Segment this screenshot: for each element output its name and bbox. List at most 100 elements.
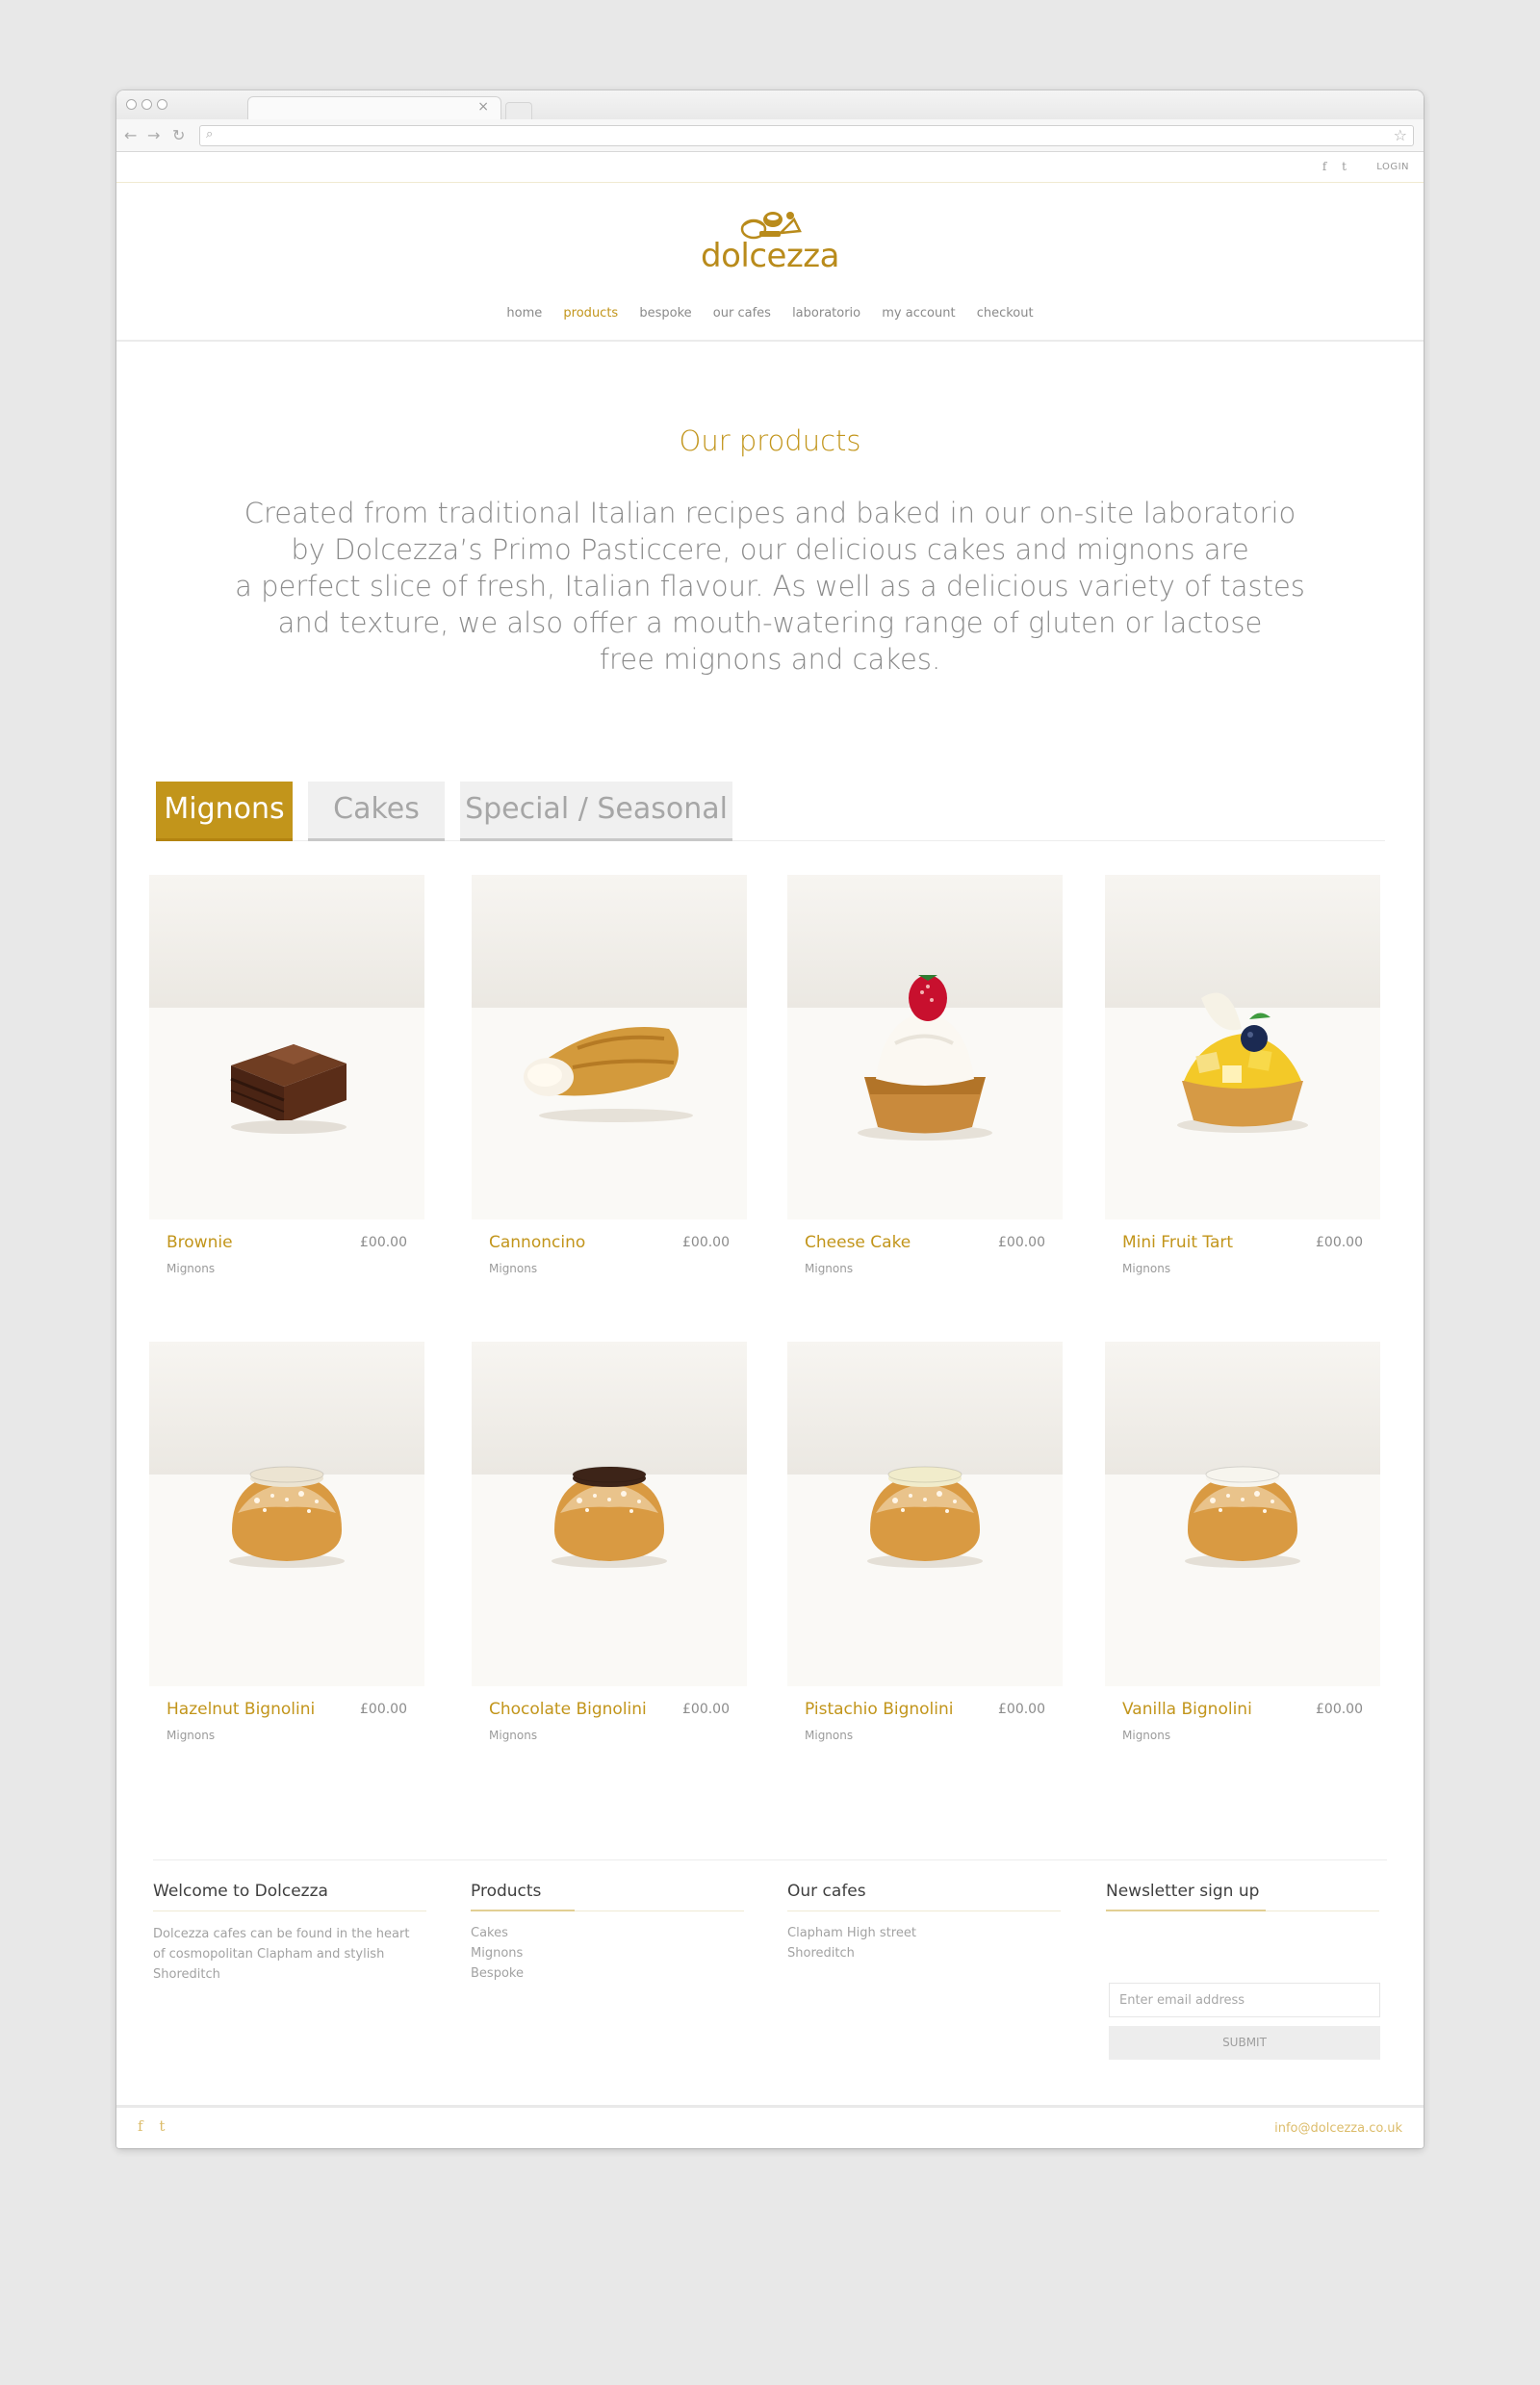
utility-bar: f t LOGIN	[116, 152, 1424, 183]
facebook-icon[interactable]: f	[1322, 160, 1326, 173]
product-card[interactable]: Hazelnut Bignolini £00.00 Mignons	[149, 1342, 424, 1742]
new-tab-button[interactable]	[505, 102, 532, 119]
intro-line: by Dolcezza’s Primo Pasticcere, our deli…	[291, 533, 1249, 566]
cheesecake-image	[858, 975, 992, 1141]
login-link[interactable]: LOGIN	[1376, 162, 1409, 172]
footer-newsletter-title: Newsletter sign up	[1106, 1882, 1379, 1911]
tab-close-icon[interactable]: ×	[477, 99, 489, 115]
browser-tab[interactable]: ×	[247, 96, 501, 119]
tab-special-seasonal[interactable]: Special / Seasonal	[460, 782, 732, 841]
product-name[interactable]: Pistachio Bignolini	[805, 1700, 954, 1719]
product-category: Mignons	[805, 1262, 854, 1275]
product-image[interactable]	[472, 1342, 747, 1686]
product-name[interactable]: Cheese Cake	[805, 1233, 911, 1252]
contact-email-link[interactable]: info@dolcezza.co.uk	[1274, 2121, 1402, 2136]
bottom-bar: f t info@dolcezza.co.uk	[116, 2105, 1424, 2148]
product-category: Mignons	[1122, 1729, 1171, 1742]
forward-icon[interactable]: →	[147, 126, 160, 144]
footer-link-mignons[interactable]: Mignons	[471, 1943, 744, 1963]
product-price: £00.00	[682, 1235, 730, 1250]
social-links: f t	[1311, 160, 1347, 173]
nav-products[interactable]: products	[563, 306, 618, 321]
newsletter-submit-button[interactable]: SUBMIT	[1109, 2026, 1380, 2060]
footer-welcome-title-text: Welcome to Dolcezza	[153, 1882, 328, 1901]
address-bar[interactable]: ⌕ ☆	[199, 125, 1414, 146]
product-category-tabs: Mignons Cakes Special / Seasonal	[156, 782, 1385, 841]
footer-link-shoreditch[interactable]: Shoreditch	[787, 1943, 1061, 1963]
close-window-icon[interactable]	[126, 99, 137, 110]
product-name[interactable]: Mini Fruit Tart	[1122, 1233, 1233, 1252]
product-image[interactable]	[787, 875, 1063, 1219]
nav-divider	[116, 340, 1424, 342]
main-navigation: home products bespoke our cafes laborato…	[116, 306, 1424, 321]
product-name[interactable]: Hazelnut Bignolini	[167, 1700, 315, 1719]
product-category: Mignons	[167, 1729, 216, 1742]
product-category: Mignons	[1122, 1262, 1171, 1275]
product-card[interactable]: Cannoncino £00.00 Mignons	[472, 875, 747, 1275]
product-price: £00.00	[682, 1702, 730, 1717]
nav-checkout[interactable]: checkout	[977, 306, 1034, 321]
bookmark-star-icon[interactable]: ☆	[1394, 126, 1407, 144]
nav-bespoke[interactable]: bespoke	[639, 306, 691, 321]
product-image[interactable]	[787, 1342, 1063, 1686]
bignolini-image	[867, 1466, 983, 1568]
footer-welcome-line: of cosmopolitan Clapham and stylish	[153, 1947, 385, 1962]
twitter-icon[interactable]: t	[159, 2117, 165, 2135]
facebook-icon[interactable]: f	[138, 2117, 143, 2135]
product-name[interactable]: Chocolate Bignolini	[489, 1700, 647, 1719]
product-category: Mignons	[489, 1262, 538, 1275]
product-price: £00.00	[998, 1235, 1045, 1250]
newsletter-email-input[interactable]: Enter email address	[1109, 1983, 1380, 2017]
twitter-icon[interactable]: t	[1342, 160, 1347, 173]
reload-icon[interactable]: ↻	[172, 126, 185, 144]
footer-welcome: Welcome to Dolcezza Dolcezza cafes can b…	[153, 1882, 426, 1985]
product-name[interactable]: Brownie	[167, 1233, 233, 1252]
back-icon[interactable]: ←	[124, 126, 137, 144]
browser-titlebar: ×	[116, 90, 1424, 119]
footer-link-clapham[interactable]: Clapham High street	[787, 1923, 1061, 1943]
product-card[interactable]: Cheese Cake £00.00 Mignons	[787, 875, 1063, 1275]
footer-link-cakes[interactable]: Cakes	[471, 1923, 744, 1943]
site-logo[interactable]: dolcezza	[116, 206, 1424, 275]
product-price: £00.00	[360, 1702, 407, 1717]
product-card[interactable]: Chocolate Bignolini £00.00 Mignons	[472, 1342, 747, 1742]
browser-window: × ← → ↻ ⌕ ☆ f t LOGIN dolcezza home prod…	[116, 90, 1424, 2148]
footer-products-title: Products	[471, 1882, 744, 1911]
footer-newsletter-title-text: Newsletter sign up	[1106, 1882, 1260, 1901]
nav-laboratorio[interactable]: laboratorio	[792, 306, 860, 321]
logo-text: dolcezza	[701, 237, 839, 275]
product-price: £00.00	[360, 1235, 407, 1250]
maximize-window-icon[interactable]	[157, 99, 167, 110]
product-image[interactable]	[149, 1342, 424, 1686]
product-name[interactable]: Vanilla Bignolini	[1122, 1700, 1252, 1719]
intro-line: a perfect slice of fresh, Italian flavou…	[235, 570, 1305, 603]
minimize-window-icon[interactable]	[141, 99, 152, 110]
cannoncino-image	[524, 1027, 693, 1122]
product-image[interactable]	[472, 875, 747, 1219]
product-card[interactable]: Vanilla Bignolini £00.00 Mignons	[1105, 1342, 1380, 1742]
title-underline	[471, 1910, 575, 1911]
title-underline	[1106, 1910, 1266, 1911]
nav-home[interactable]: home	[506, 306, 542, 321]
product-category: Mignons	[489, 1729, 538, 1742]
product-image[interactable]	[1105, 875, 1380, 1219]
footer-products-title-text: Products	[471, 1882, 542, 1901]
product-price: £00.00	[1316, 1235, 1363, 1250]
product-card[interactable]: Mini Fruit Tart £00.00 Mignons	[1105, 875, 1380, 1275]
intro-line: free mignons and cakes.	[599, 643, 941, 676]
product-image[interactable]	[1105, 1342, 1380, 1686]
intro-line: Created from traditional Italian recipes…	[244, 497, 1296, 529]
footer-link-bespoke[interactable]: Bespoke	[471, 1963, 744, 1984]
footer-welcome-line: Shoreditch	[153, 1967, 220, 1982]
tab-cakes[interactable]: Cakes	[308, 782, 445, 841]
page-title: Our products	[679, 424, 861, 457]
nav-our-cafes[interactable]: our cafes	[713, 306, 771, 321]
product-card[interactable]: Pistachio Bignolini £00.00 Mignons	[787, 1342, 1063, 1742]
search-icon: ⌕	[206, 127, 214, 141]
tab-mignons[interactable]: Mignons	[156, 782, 293, 841]
nav-my-account[interactable]: my account	[882, 306, 955, 321]
brownie-image	[230, 1044, 346, 1134]
product-card[interactable]: Brownie £00.00 Mignons	[149, 875, 424, 1275]
product-image[interactable]	[149, 875, 424, 1219]
product-name[interactable]: Cannoncino	[489, 1233, 585, 1252]
